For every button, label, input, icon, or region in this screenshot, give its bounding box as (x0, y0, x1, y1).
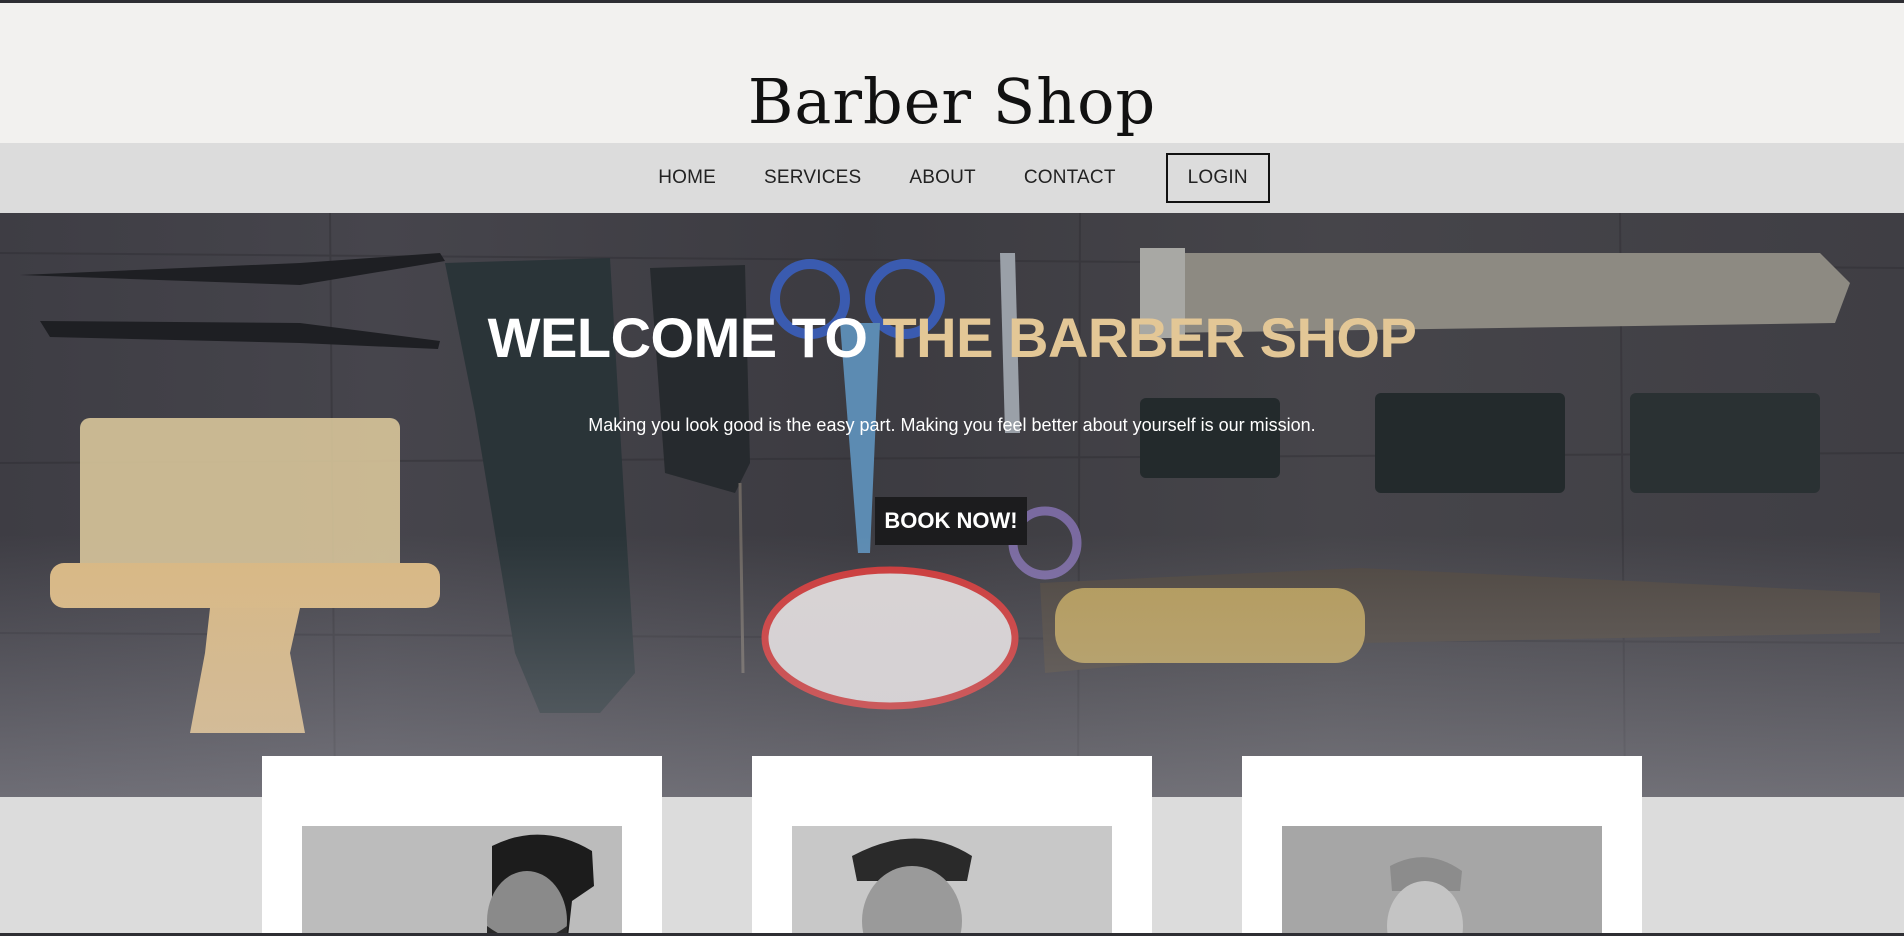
hero-banner: WELCOME TO THE BARBER SHOP Making you lo… (0, 213, 1904, 797)
nav-contact[interactable]: CONTACT (1024, 167, 1116, 189)
hero-title: WELCOME TO THE BARBER SHOP (0, 305, 1904, 370)
login-button[interactable]: LOGIN (1165, 153, 1270, 203)
barber-photo-2 (792, 826, 1112, 936)
barber-card-3[interactable] (1242, 756, 1642, 936)
main-nav: HOME SERVICES ABOUT CONTACT LOGIN (0, 143, 1904, 213)
barber-card-1[interactable] (262, 756, 662, 936)
nav-home[interactable]: HOME (658, 167, 716, 189)
book-now-button[interactable]: BOOK NOW! (875, 497, 1027, 545)
nav-about[interactable]: ABOUT (909, 167, 975, 189)
site-header: Barber Shop (0, 3, 1904, 143)
barber-card-2[interactable] (752, 756, 1152, 936)
hero-subtitle: Making you look good is the easy part. M… (588, 415, 1316, 435)
hero-title-accent: THE BARBER SHOP (882, 306, 1417, 369)
barber-photo-3 (1282, 826, 1602, 936)
hero-title-lead: WELCOME TO (487, 306, 868, 369)
barber-photo-1 (302, 826, 622, 936)
brand-logo[interactable]: Barber Shop (0, 65, 1904, 138)
nav-services[interactable]: SERVICES (764, 167, 861, 189)
